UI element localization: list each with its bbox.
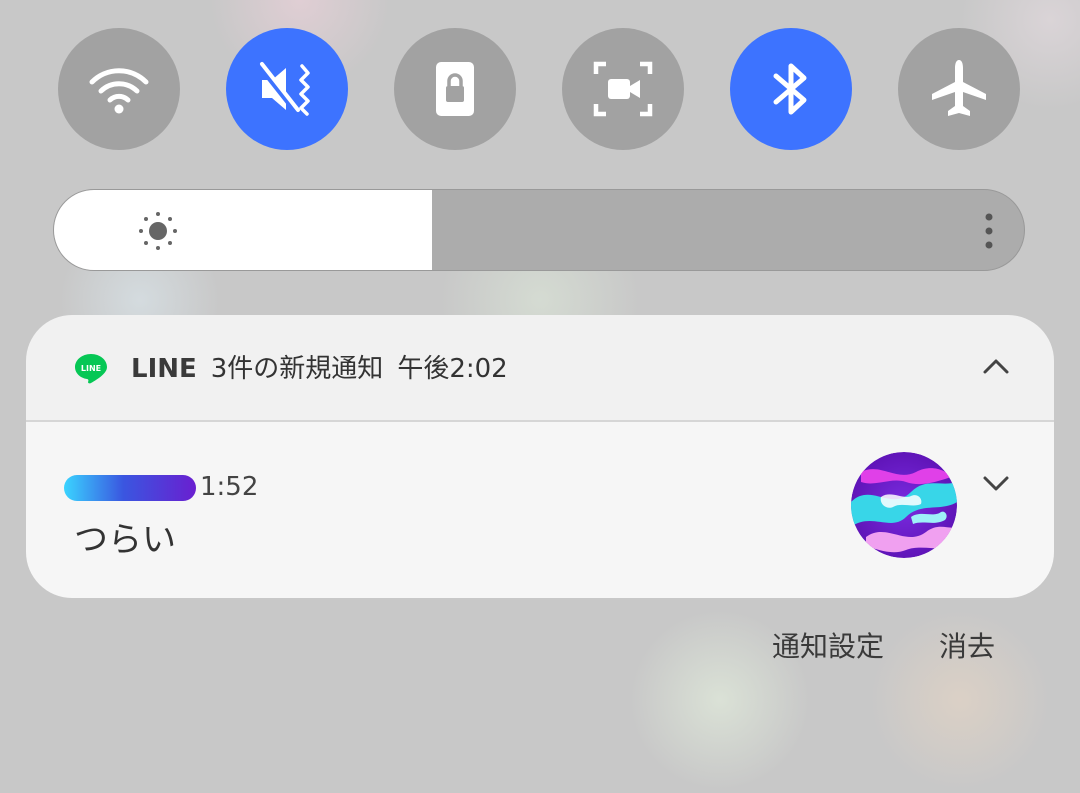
clear-button[interactable]: 消去 <box>939 628 995 666</box>
brightness-level-fill <box>54 190 433 270</box>
vertical-dots-icon[interactable] <box>982 212 996 250</box>
notification-settings-button[interactable]: 通知設定 <box>772 628 884 666</box>
screen-recorder-icon <box>593 61 653 117</box>
airplane-icon <box>932 60 986 116</box>
bluetooth-toggle[interactable] <box>730 28 852 150</box>
sender-row: 1:52 <box>64 470 324 504</box>
brightness-slider[interactable] <box>53 189 1025 271</box>
line-notification-card[interactable]: LINE LINE 3件の新規通知 午後2:02 1:52 つらい <box>26 315 1054 598</box>
chevron-down-icon[interactable] <box>982 472 1010 494</box>
screen-recorder-toggle[interactable] <box>562 28 684 150</box>
sun-icon <box>139 212 177 250</box>
sound-mode-toggle[interactable] <box>226 28 348 150</box>
screen-lock-toggle[interactable] <box>394 28 516 150</box>
chevron-up-icon[interactable] <box>982 355 1010 377</box>
line-app-icon: LINE <box>75 354 107 384</box>
redacted-sender-name <box>64 475 196 501</box>
notification-summary: 3件の新規通知 <box>210 354 384 384</box>
message-time: 1:52 <box>200 472 259 502</box>
notification-time: 午後2:02 <box>397 354 508 384</box>
wifi-icon <box>89 68 149 114</box>
notification-header[interactable]: LINE LINE 3件の新規通知 午後2:02 <box>26 315 1054 420</box>
wifi-toggle[interactable] <box>58 28 180 150</box>
notification-header-text: LINE 3件の新規通知 午後2:02 <box>131 352 508 386</box>
quick-settings-panel <box>58 28 1020 150</box>
bluetooth-icon <box>773 63 807 115</box>
app-name: LINE <box>131 354 197 384</box>
message-text: つらい <box>74 520 176 560</box>
screen-lock-icon <box>436 62 474 116</box>
notification-message[interactable]: 1:52 つらい <box>26 422 1054 598</box>
mute-vibrate-icon <box>257 62 310 116</box>
sender-avatar <box>851 452 957 558</box>
airplane-mode-toggle[interactable] <box>898 28 1020 150</box>
svg-text:LINE: LINE <box>81 364 101 373</box>
